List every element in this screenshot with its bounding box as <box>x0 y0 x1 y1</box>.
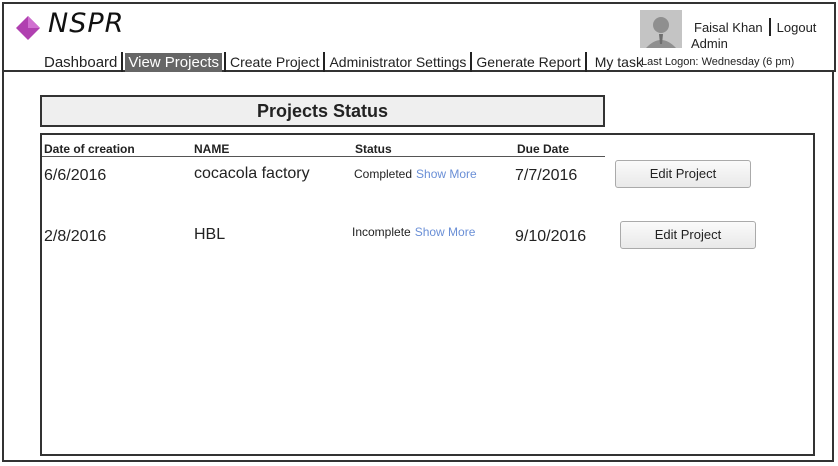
main-nav: Dashboard View Projects Create Project A… <box>42 52 645 72</box>
row-1-edit-project-button[interactable]: Edit Project <box>615 160 751 188</box>
brand-logo-text: NSPR <box>48 8 125 39</box>
nav-my-task[interactable]: My task <box>593 54 645 70</box>
col-header-date: Date of creation <box>44 142 135 156</box>
separator <box>768 18 771 36</box>
row-2-edit-project-button[interactable]: Edit Project <box>620 221 756 249</box>
nav-view-projects[interactable]: View Projects <box>125 52 222 72</box>
projects-status-title: Projects Status <box>40 95 605 127</box>
user-role: Admin <box>691 36 728 51</box>
nav-separator <box>223 52 226 72</box>
user-name[interactable]: Faisal Khan <box>694 20 763 35</box>
user-silhouette-icon <box>640 10 682 48</box>
row-1-status: Completed Show More <box>354 167 477 181</box>
row-1-due: 7/7/2016 <box>515 167 578 184</box>
last-logon: Last Logon: Wednesday (6 pm) <box>641 56 795 68</box>
nav-create-project[interactable]: Create Project <box>228 54 321 70</box>
row-2-status: Incomplete Show More <box>352 225 476 239</box>
row-2-due: 9/10/2016 <box>515 228 587 245</box>
col-header-status: Status <box>355 142 392 156</box>
logout-link[interactable]: Logout <box>777 20 817 35</box>
nav-separator <box>323 52 326 72</box>
row-2-name: HBL <box>194 226 226 243</box>
row-2-show-more-link[interactable]: Show More <box>415 225 476 239</box>
user-avatar[interactable] <box>640 10 682 48</box>
header-divider <box>42 156 605 157</box>
nav-dashboard[interactable]: Dashboard <box>42 54 119 71</box>
row-1-show-more-link[interactable]: Show More <box>416 167 477 181</box>
row-1-name: cocacola factory <box>194 165 310 182</box>
nav-separator <box>121 52 124 72</box>
nav-generate-report[interactable]: Generate Report <box>474 54 582 70</box>
col-header-due-date: Due Date <box>517 142 570 156</box>
col-header-name: NAME <box>194 142 230 156</box>
row-2-created: 2/8/2016 <box>44 228 107 245</box>
nav-separator <box>470 52 473 72</box>
header: NSPR Faisal Khan Logout Admin Last Logon… <box>2 2 836 72</box>
nav-administrator-settings[interactable]: Administrator Settings <box>327 54 468 70</box>
user-bar: Faisal Khan Logout <box>694 18 816 36</box>
row-1-created: 6/6/2016 <box>44 167 107 184</box>
nav-separator <box>584 52 587 72</box>
diamond-logo-icon <box>16 16 40 40</box>
